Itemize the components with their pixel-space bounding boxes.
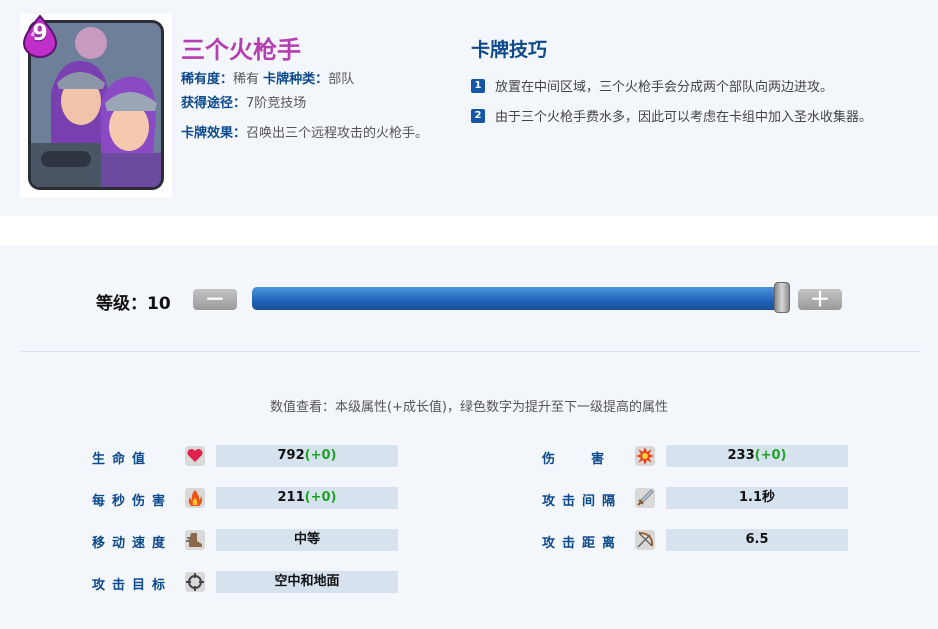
source-line: 获得途径：7阶竞技场: [181, 92, 306, 111]
hp-label: 生命值: [92, 452, 153, 467]
targets-value: 空中和地面: [216, 571, 398, 593]
source-value: 7阶竞技场: [246, 96, 307, 111]
dps-label: 每秒伤害: [92, 494, 173, 509]
tip-number-badge: 1: [471, 78, 485, 93]
level-slider-track[interactable]: [252, 287, 784, 310]
effect-key: 卡牌效果：: [181, 126, 247, 141]
stats-note: 数值查看：本级属性(+成长值)，绿色数字为提升至下一级提高的属性: [269, 400, 669, 415]
card-image-frame: 9: [20, 14, 172, 197]
tip-number-badge: 2: [471, 108, 485, 123]
fire-fist-icon: [185, 488, 205, 508]
tip-text: 放置在中间区域，三个火枪手会分成两个部队向两边进攻。: [495, 80, 834, 95]
level-decrease-button[interactable]: －: [193, 289, 237, 310]
tip-text: 由于三个火枪手费水多，因此可以考虑在卡组中加入圣水收集器。: [495, 110, 873, 125]
card-name: 三个火枪手: [181, 36, 301, 64]
dps-value: 211(+0): [216, 487, 398, 509]
rarity-type-line: 稀有度：稀有 卡牌种类：部队: [181, 68, 354, 87]
tips-title: 卡牌技巧: [471, 39, 548, 61]
move-speed-value: 中等: [216, 529, 398, 551]
range-value: 6.5: [666, 529, 848, 551]
elixir-cost-badge: 9: [20, 14, 60, 58]
damage-value: 233(+0): [666, 445, 848, 467]
source-key: 获得途径：: [181, 96, 247, 111]
effect-value: 召唤出三个远程攻击的火枪手。: [246, 126, 429, 141]
tip-item: 2 由于三个火枪手费水多，因此可以考虑在卡组中加入圣水收集器。: [471, 106, 872, 125]
hit-speed-label: 攻击间隔: [542, 494, 623, 509]
type-value: 部队: [328, 72, 355, 87]
damage-label: 伤害: [542, 452, 641, 467]
sword-icon: [635, 488, 655, 508]
move-speed-label: 移动速度: [92, 536, 173, 551]
rarity-value: 稀有: [233, 72, 260, 87]
bow-icon: [635, 530, 655, 550]
level-label: 等级：10: [96, 294, 171, 314]
hp-value: 792(+0): [216, 445, 398, 467]
card-effect: 卡牌效果：召唤出三个远程攻击的火枪手。: [181, 122, 431, 145]
heart-icon: [185, 446, 205, 466]
elixir-cost: 9: [32, 21, 48, 46]
level-slider-handle[interactable]: [774, 282, 790, 313]
range-label: 攻击距离: [542, 536, 623, 551]
level-increase-button[interactable]: ＋: [798, 289, 842, 310]
type-key: 卡牌种类：: [263, 72, 329, 87]
targets-label: 攻击目标: [92, 578, 173, 593]
tip-item: 1 放置在中间区域，三个火枪手会分成两个部队向两边进攻。: [471, 76, 833, 95]
hit-speed-value: 1.1秒: [666, 487, 848, 509]
divider: [20, 351, 920, 352]
rarity-key: 稀有度：: [181, 72, 234, 87]
crosshair-icon: [185, 572, 205, 592]
explosion-icon: [635, 446, 655, 466]
boot-icon: [185, 530, 205, 550]
